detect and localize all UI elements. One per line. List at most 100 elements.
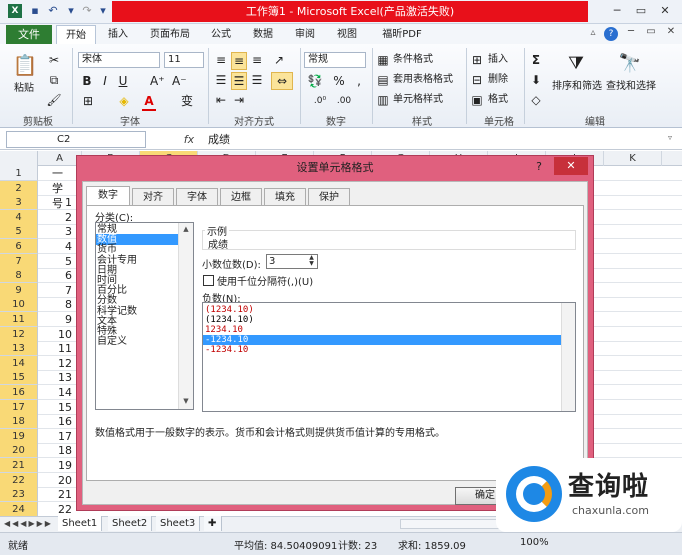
font-size-box[interactable]: 11	[164, 52, 204, 68]
decrease-decimal-icon[interactable]: .00	[334, 93, 354, 109]
align-right-icon[interactable]: ☰	[249, 72, 265, 88]
doc-minimize-icon[interactable]: ─	[622, 26, 640, 42]
merge-center-icon[interactable]: ⇔	[271, 72, 293, 90]
increase-font-icon[interactable]: A⁺	[150, 73, 165, 89]
close-button[interactable]: ✕	[655, 3, 675, 19]
tab-protection[interactable]: 保护	[308, 188, 350, 205]
fill-color-icon[interactable]: ◈	[116, 93, 132, 109]
decrease-indent-icon[interactable]: ⇤	[213, 92, 229, 108]
cell-a[interactable]: 13	[40, 370, 80, 385]
customize-qat-icon[interactable]: ▾	[96, 4, 110, 18]
insert-cells-button[interactable]: 插入	[488, 53, 508, 67]
category-scrollbar[interactable]: ▲ ▼	[178, 223, 193, 409]
sheet-nav-icon[interactable]: ◀◀◀▶▶▶	[4, 517, 54, 531]
negative-format-item[interactable]: (1234.10)	[203, 315, 561, 325]
decrease-font-icon[interactable]: A⁻	[172, 73, 187, 89]
negative-format-item[interactable]: -1234.10	[203, 335, 561, 345]
row-header[interactable]: 11	[0, 312, 38, 327]
align-bottom-icon[interactable]: ≡	[249, 52, 265, 68]
cell-a[interactable]: 11	[40, 341, 80, 356]
row-header[interactable]: 23	[0, 487, 38, 503]
cell-a[interactable]: 4	[40, 239, 80, 254]
cut-icon[interactable]: ✂	[46, 52, 62, 68]
row-header[interactable]: 22	[0, 472, 38, 488]
tab-view[interactable]: 视图	[330, 25, 364, 44]
paste-button[interactable]: 粘贴	[14, 82, 34, 96]
fill-icon[interactable]: ⬇	[528, 72, 544, 88]
tab-fill[interactable]: 填充	[264, 188, 306, 205]
tab-number[interactable]: 数字	[86, 186, 130, 206]
row-header[interactable]: 8	[0, 268, 38, 284]
scroll-up-icon[interactable]: ▲	[181, 225, 191, 233]
maximize-button[interactable]: ▭	[631, 3, 651, 19]
cell-a[interactable]: 22	[40, 502, 80, 517]
negative-format-item[interactable]: -1234.10	[203, 345, 561, 355]
negative-format-item[interactable]: (1234.10)	[203, 305, 561, 315]
italic-button[interactable]: I	[98, 73, 112, 89]
format-cells-button[interactable]: 格式	[488, 93, 508, 107]
scroll-down-icon[interactable]: ▼	[181, 397, 191, 405]
tab-file[interactable]: 文件	[6, 25, 52, 44]
delete-cells-button[interactable]: 删除	[488, 73, 508, 87]
row-header[interactable]: 3	[0, 195, 38, 211]
font-color-button[interactable]: A	[142, 93, 156, 111]
orientation-icon[interactable]: ↗	[271, 52, 287, 68]
thousands-separator-checkbox[interactable]	[203, 275, 214, 286]
formula-content[interactable]: 成绩	[208, 131, 230, 148]
sheet-tab-1[interactable]: Sheet1	[58, 516, 103, 531]
row-header[interactable]: 21	[0, 458, 38, 473]
cell-a[interactable]: 21	[40, 487, 80, 502]
tab-page-layout[interactable]: 页面布局	[142, 25, 198, 44]
row-header[interactable]: 13	[0, 341, 38, 357]
cell-a[interactable]: 7	[40, 283, 80, 298]
column-header[interactable]: K	[604, 151, 662, 166]
undo-icon[interactable]: ↶	[46, 4, 60, 18]
tab-border[interactable]: 边框	[220, 188, 262, 205]
dialog-help-button[interactable]: ?	[530, 159, 548, 175]
row-header[interactable]: 16	[0, 385, 38, 400]
comma-icon[interactable]: ,	[352, 73, 366, 89]
undo-dropdown-icon[interactable]: ▾	[64, 4, 78, 18]
select-all-corner[interactable]	[0, 151, 38, 166]
align-middle-icon[interactable]: ≡	[231, 52, 247, 70]
negative-format-item[interactable]: 1234.10	[203, 325, 561, 335]
cell-a[interactable]: 5	[40, 254, 80, 269]
cell-a[interactable]: 3	[40, 224, 80, 239]
conditional-format-button[interactable]: 条件格式	[393, 53, 433, 67]
tab-formulas[interactable]: 公式	[204, 25, 238, 44]
row-header[interactable]: 5	[0, 224, 38, 240]
tab-data[interactable]: 数据	[246, 25, 280, 44]
bold-button[interactable]: B	[80, 73, 94, 89]
cell-a[interactable]: 10	[40, 327, 80, 342]
tab-insert[interactable]: 插入	[100, 25, 136, 44]
dialog-close-button[interactable]: ✕	[554, 157, 588, 175]
tab-foxit-pdf[interactable]: 福昕PDF	[374, 25, 430, 44]
phonetic-button[interactable]: 变	[178, 93, 196, 109]
help-icon[interactable]: ?	[604, 27, 618, 41]
cell-a[interactable]: 一	[40, 166, 80, 181]
cell-a[interactable]: 8	[40, 297, 80, 312]
sheet-tab-2[interactable]: Sheet2	[108, 516, 153, 531]
cell-a[interactable]: 12	[40, 356, 80, 371]
cell-a[interactable]: 6	[40, 268, 80, 283]
redo-icon[interactable]: ↷	[80, 4, 94, 18]
category-item[interactable]: 自定义	[96, 336, 178, 347]
tab-alignment[interactable]: 对齐	[132, 188, 174, 205]
row-header[interactable]: 4	[0, 209, 38, 225]
negative-list-scrollbar[interactable]	[561, 303, 575, 411]
sheet-tab-3[interactable]: Sheet3	[156, 516, 201, 531]
cell-a[interactable]: 20	[40, 473, 80, 488]
row-header[interactable]: 18	[0, 414, 38, 430]
row-header[interactable]: 14	[0, 355, 38, 371]
percent-icon[interactable]: %	[332, 73, 346, 89]
sort-filter-button[interactable]: 排序和筛选	[552, 80, 602, 94]
cell-a[interactable]: 16	[40, 414, 80, 429]
find-select-button[interactable]: 查找和选择	[606, 80, 656, 94]
minimize-ribbon-icon[interactable]: ▵	[586, 27, 600, 41]
row-header[interactable]: 6	[0, 239, 38, 254]
tab-review[interactable]: 审阅	[288, 25, 322, 44]
cell-a[interactable]: 学号	[40, 181, 80, 210]
cell-a[interactable]: 19	[40, 458, 80, 473]
row-header[interactable]: 19	[0, 428, 38, 444]
clear-icon[interactable]: ◇	[528, 92, 544, 108]
